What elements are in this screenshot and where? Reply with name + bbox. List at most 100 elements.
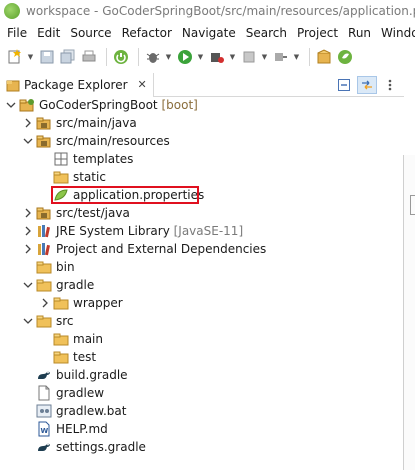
tree-item-gradlew[interactable]: gradlew bbox=[0, 384, 403, 402]
tree-item-label: templates bbox=[73, 150, 133, 168]
tree-label-text: settings.gradle bbox=[56, 440, 146, 454]
folder-icon bbox=[36, 277, 52, 293]
menu-navigate[interactable]: Navigate bbox=[178, 26, 242, 40]
highlight-box bbox=[51, 186, 199, 204]
tree-label-text: JRE System Library bbox=[56, 224, 170, 238]
folder-icon bbox=[53, 349, 69, 365]
chevron-right-icon[interactable] bbox=[23, 208, 33, 218]
tree-item-label: JRE System Library [JavaSE-11] bbox=[56, 222, 243, 240]
tree-item-label: wrapper bbox=[73, 294, 123, 312]
tree-item-build-gradle[interactable]: build.gradle bbox=[0, 366, 403, 384]
save-all-icon[interactable] bbox=[59, 48, 77, 66]
tree-item-label: src bbox=[56, 312, 74, 330]
tree-item-label: static bbox=[73, 168, 106, 186]
spring-icon[interactable] bbox=[336, 48, 354, 66]
toolbar-separator bbox=[138, 48, 139, 66]
stop-dropdown-icon[interactable]: ▼ bbox=[261, 48, 268, 66]
tree-item-label: src/test/java bbox=[56, 204, 130, 222]
debug-icon[interactable] bbox=[144, 48, 162, 66]
new-icon[interactable] bbox=[6, 48, 24, 66]
tree-item-static[interactable]: static bbox=[0, 168, 403, 186]
tree-label-text: src/test/java bbox=[56, 206, 130, 220]
tree-label-text: build.gradle bbox=[56, 368, 128, 382]
menu-source[interactable]: Source bbox=[66, 26, 117, 40]
menu-refactor[interactable]: Refactor bbox=[118, 26, 178, 40]
link-with-editor-icon[interactable] bbox=[357, 76, 377, 94]
save-icon[interactable] bbox=[38, 48, 56, 66]
tree-item-test[interactable]: test bbox=[0, 348, 403, 366]
tree-item-project-and-external-dependencies[interactable]: Project and External Dependencies bbox=[0, 240, 403, 258]
window-title-bar: workspace - GoCoderSpringBoot/src/main/r… bbox=[0, 0, 415, 22]
view-menu-icon[interactable] bbox=[380, 76, 400, 94]
new-package-icon[interactable] bbox=[315, 48, 333, 66]
eclipse-app-icon bbox=[4, 3, 20, 19]
run-icon[interactable] bbox=[176, 48, 194, 66]
external-tools-dropdown-icon[interactable]: ▼ bbox=[229, 48, 236, 66]
source-folder-icon bbox=[36, 205, 52, 221]
tree-item-settings-gradle[interactable]: settings.gradle bbox=[0, 438, 403, 456]
tree-label-text: bin bbox=[56, 260, 75, 274]
source-folder-icon bbox=[36, 133, 52, 149]
chevron-down-icon[interactable] bbox=[23, 136, 33, 146]
menu-bar: File Edit Source Refactor Navigate Searc… bbox=[0, 22, 415, 43]
new-dropdown-icon[interactable]: ▼ bbox=[27, 48, 34, 66]
tree-item-gocoderspringboot[interactable]: GoCoderSpringBoot [boot] bbox=[0, 96, 403, 114]
chevron-right-icon[interactable] bbox=[40, 298, 50, 308]
main-toolbar: ▼ ▼ ▼ ▼ ▼ ▼ bbox=[0, 43, 415, 71]
library-icon bbox=[36, 241, 52, 257]
print-icon[interactable] bbox=[80, 48, 98, 66]
menu-file[interactable]: File bbox=[3, 26, 33, 40]
chevron-down-icon[interactable] bbox=[23, 316, 33, 326]
close-icon[interactable]: ✕ bbox=[138, 78, 147, 91]
tree-item-src-main-java[interactable]: src/main/java bbox=[0, 114, 403, 132]
chevron-right-icon[interactable] bbox=[23, 244, 33, 254]
spring-boot-icon[interactable] bbox=[112, 48, 130, 66]
bat-file-icon bbox=[36, 403, 52, 419]
package-icon bbox=[53, 151, 69, 167]
tree-item-label: HELP.md bbox=[56, 420, 108, 438]
stop-icon[interactable] bbox=[240, 48, 258, 66]
tab-package-explorer[interactable]: Package Explorer ✕ bbox=[0, 72, 154, 97]
editor-area-handle bbox=[410, 195, 415, 215]
debug-dropdown-icon[interactable]: ▼ bbox=[165, 48, 172, 66]
tree-label-text: templates bbox=[73, 152, 134, 166]
tree-item-label: gradlew bbox=[56, 384, 104, 402]
gradle-file-icon bbox=[36, 439, 52, 455]
tree-item-jre-system-library[interactable]: JRE System Library [JavaSE-11] bbox=[0, 222, 403, 240]
tree-item-main[interactable]: main bbox=[0, 330, 403, 348]
menu-run[interactable]: Run bbox=[344, 26, 377, 40]
tree-item-bin[interactable]: bin bbox=[0, 258, 403, 276]
tree-item-src[interactable]: src bbox=[0, 312, 403, 330]
folder-icon bbox=[53, 331, 69, 347]
tree-item-label: settings.gradle bbox=[56, 438, 146, 456]
open-task-icon[interactable] bbox=[272, 48, 290, 66]
tree-item-wrapper[interactable]: wrapper bbox=[0, 294, 403, 312]
package-explorer-tree: GoCoderSpringBoot [boot] src/main/java src… bbox=[0, 96, 403, 456]
toolbar-separator bbox=[106, 48, 107, 66]
tree-item-templates[interactable]: templates bbox=[0, 150, 403, 168]
chevron-down-icon[interactable] bbox=[6, 100, 16, 110]
menu-edit[interactable]: Edit bbox=[33, 26, 66, 40]
chevron-down-icon[interactable] bbox=[23, 280, 33, 290]
open-task-dropdown-icon[interactable]: ▼ bbox=[293, 48, 300, 66]
folder-icon bbox=[53, 295, 69, 311]
menu-search[interactable]: Search bbox=[242, 26, 293, 40]
external-tools-icon[interactable] bbox=[208, 48, 226, 66]
tree-item-src-main-resources[interactable]: src/main/resources bbox=[0, 132, 403, 150]
tree-item-src-test-java[interactable]: src/test/java bbox=[0, 204, 403, 222]
tree-item-gradlew-bat[interactable]: gradlew.bat bbox=[0, 402, 403, 420]
tree-label-text: gradlew.bat bbox=[56, 404, 127, 418]
menu-project[interactable]: Project bbox=[293, 26, 344, 40]
chevron-right-icon[interactable] bbox=[23, 118, 33, 128]
collapse-all-icon[interactable] bbox=[334, 76, 354, 94]
tree-item-gradle[interactable]: gradle bbox=[0, 276, 403, 294]
tree-item-label: src/main/java bbox=[56, 114, 137, 132]
run-dropdown-icon[interactable]: ▼ bbox=[197, 48, 204, 66]
tree-item-label: build.gradle bbox=[56, 366, 128, 384]
tree-item-help-md[interactable]: W HELP.md bbox=[0, 420, 403, 438]
tree-label-text: gradle bbox=[56, 278, 95, 292]
svg-text:W: W bbox=[41, 427, 49, 435]
menu-window[interactable]: Window bbox=[377, 26, 415, 40]
chevron-right-icon[interactable] bbox=[23, 226, 33, 236]
tree-item-application-properties[interactable]: application.properties bbox=[0, 186, 403, 204]
